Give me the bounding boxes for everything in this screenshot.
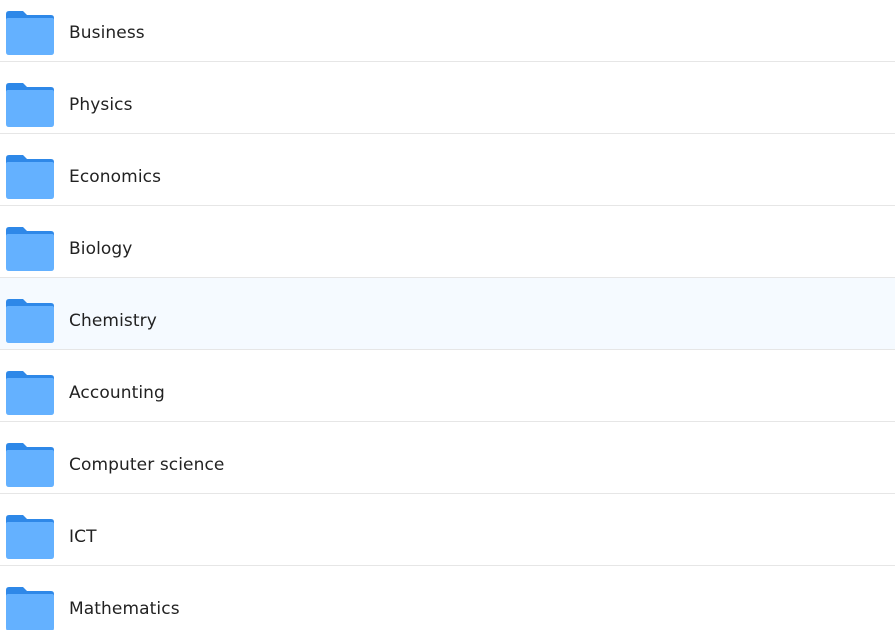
folder-item-computer-science[interactable]: Computer science (0, 422, 895, 494)
folder-icon (6, 443, 54, 487)
folder-label: Business (69, 23, 145, 43)
folder-icon (6, 227, 54, 271)
folder-label: Computer science (69, 455, 225, 475)
folder-label: Biology (69, 239, 133, 259)
folder-item-accounting[interactable]: Accounting (0, 350, 895, 422)
folder-label: Chemistry (69, 311, 157, 331)
folder-item-mathematics[interactable]: Mathematics (0, 566, 895, 630)
folder-list: Business Physics Economics Biology Chemi… (0, 0, 895, 630)
folder-icon (6, 515, 54, 559)
folder-label: ICT (69, 527, 97, 547)
folder-label: Physics (69, 95, 133, 115)
folder-icon (6, 155, 54, 199)
folder-item-chemistry[interactable]: Chemistry (0, 278, 895, 350)
folder-label: Mathematics (69, 599, 180, 619)
folder-item-biology[interactable]: Biology (0, 206, 895, 278)
folder-item-physics[interactable]: Physics (0, 62, 895, 134)
folder-label: Economics (69, 167, 162, 187)
folder-item-economics[interactable]: Economics (0, 134, 895, 206)
folder-label: Accounting (69, 383, 165, 403)
folder-icon (6, 83, 54, 127)
folder-icon (6, 371, 54, 415)
folder-item-business[interactable]: Business (0, 0, 895, 62)
folder-item-ict[interactable]: ICT (0, 494, 895, 566)
folder-icon (6, 11, 54, 55)
folder-icon (6, 299, 54, 343)
folder-icon (6, 587, 54, 630)
